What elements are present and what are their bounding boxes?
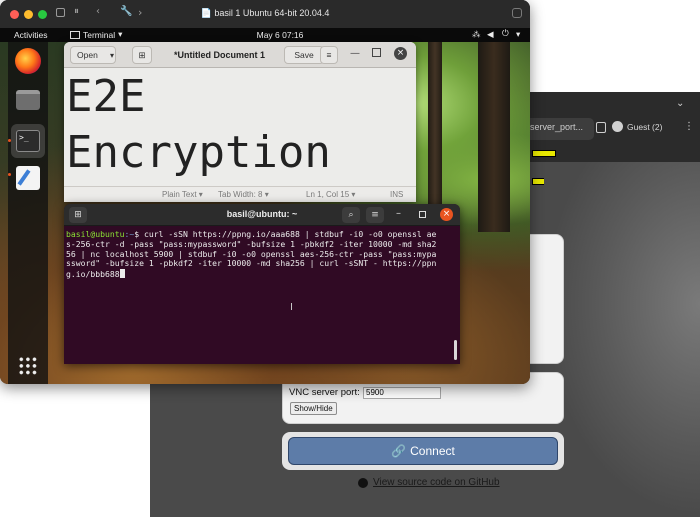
close-icon[interactable]: × — [440, 208, 453, 221]
more-menu-icon[interactable]: ⋮ — [684, 121, 694, 132]
command-line-2: s-256-ctr -d -pass "pass:mypassword" -bu… — [66, 238, 437, 249]
vm-title-text: basil 1 Ubuntu 64-bit 20.04.4 — [214, 8, 330, 18]
show-hide-button[interactable]: Show/Hide — [290, 402, 337, 415]
vnc-port-input[interactable]: 5900 — [363, 387, 441, 399]
connect-label: Connect — [410, 444, 455, 458]
link-icon: 🔗 — [391, 444, 407, 458]
document-icon: 📄 — [200, 8, 212, 18]
i-beam-cursor-icon: I — [290, 302, 293, 313]
command-line-4: ssword" -bufsize 1 -pbkdf2 -iter 10000 -… — [66, 258, 437, 269]
volume-icon[interactable]: ◀ — [487, 29, 494, 40]
ubuntu-topbar: Activities Terminal ▾ May 6 07:16 ⁂ ◀ ⏻ … — [0, 28, 530, 42]
tab-width-selector[interactable]: Tab Width: 8 ▾ — [218, 190, 269, 199]
language-selector[interactable]: Plain Text ▾ — [162, 190, 203, 199]
address-bar-text: server_port... — [530, 122, 584, 132]
connect-button[interactable]: 🔗 Connect — [288, 437, 558, 465]
show-applications-icon[interactable] — [18, 356, 38, 376]
open-label: Open — [77, 50, 98, 60]
fullscreen-icon[interactable] — [512, 8, 522, 18]
new-document-icon: ⊞ — [138, 49, 146, 60]
hamburger-icon: ≡ — [326, 50, 332, 60]
page-shade — [544, 162, 700, 517]
wallpaper-tree — [428, 42, 442, 222]
open-dropdown-icon[interactable]: ▾ — [110, 51, 114, 60]
power-icon[interactable]: ⏻ — [502, 28, 509, 39]
command-line-3: 56 | nc localhost 5900 | stdbuf -i0 -o0 … — [66, 248, 437, 259]
scrollbar[interactable] — [454, 340, 457, 360]
cursor-position[interactable]: Ln 1, Col 15 ▾ — [306, 190, 355, 199]
insert-mode: INS — [390, 190, 404, 199]
close-icon[interactable]: × — [394, 47, 407, 60]
github-icon — [358, 477, 368, 488]
text-editor-dock-icon[interactable] — [16, 166, 40, 190]
command-line-5: g.io/bbb688 — [66, 269, 120, 280]
wallpaper-tree — [478, 42, 510, 232]
command-line-1: curl -sSN https://ppng.io/aaa688 | stdbu… — [139, 229, 437, 239]
minimize-icon[interactable]: – — [396, 208, 401, 219]
gedit-statusbar: Plain Text ▾ Tab Width: 8 ▾ Ln 1, Col 15… — [64, 186, 416, 202]
save-button[interactable]: Save — [284, 46, 324, 64]
app-menu-label: Terminal — [83, 29, 116, 40]
maximize-icon[interactable] — [372, 48, 381, 57]
github-link-text: View source code on GitHub — [373, 477, 500, 488]
vnc-port-label: VNC server port: — [289, 387, 360, 398]
vm-title: 📄 basil 1 Ubuntu 64-bit 20.04.4 — [0, 8, 530, 19]
activities-button[interactable]: Activities — [14, 30, 48, 40]
editor-area[interactable]: E2E Encryption — [64, 68, 416, 186]
menu-button[interactable]: ≡ — [320, 46, 338, 64]
text-cursor — [119, 269, 125, 279]
avatar-icon — [612, 121, 623, 132]
maximize-icon[interactable] — [419, 211, 426, 218]
files-icon[interactable] — [16, 90, 40, 110]
search-button[interactable]: ⌕ — [342, 207, 360, 223]
terminal-dock-icon[interactable]: >_ — [16, 130, 40, 152]
sidebar-toggle-icon[interactable] — [596, 122, 606, 133]
profile-button[interactable]: Guest (2) — [612, 121, 662, 132]
editor-line-1: E2E — [66, 71, 146, 122]
menu-button[interactable]: ≡ — [366, 207, 384, 223]
github-source-link[interactable]: View source code on GitHub — [358, 477, 500, 488]
app-menu[interactable]: Terminal ▾ — [70, 29, 122, 40]
ubuntu-dock: >_ — [8, 42, 48, 384]
terminal-output[interactable]: basil@ubuntu:~$ curl -sSN https://ppng.i… — [64, 228, 460, 280]
document-title: *Untitled Document 1 — [174, 50, 266, 60]
new-tab-button[interactable]: ⊞ — [132, 46, 152, 64]
running-indicator — [8, 139, 11, 142]
network-icon[interactable]: ⁂ — [472, 29, 481, 40]
prompt-path: :~ — [124, 229, 135, 239]
running-indicator — [8, 173, 11, 176]
profile-label: Guest (2) — [627, 121, 663, 132]
terminal-window: ⊞ basil@ubuntu: ~ ⌕ ≡ – × basil@ubuntu:~… — [64, 204, 460, 364]
caret-down-icon: ▾ — [118, 29, 123, 39]
editor-line-2: Encryption — [66, 127, 331, 178]
firefox-icon[interactable] — [15, 48, 41, 74]
clock[interactable]: May 6 07:16 — [240, 30, 320, 40]
minimize-icon[interactable]: — — [350, 48, 360, 59]
hamburger-icon: ≡ — [371, 210, 379, 220]
connect-frame: 🔗 Connect — [282, 432, 564, 470]
search-icon: ⌕ — [348, 210, 354, 220]
prompt-user: basil@ubuntu — [66, 229, 125, 239]
gedit-window: Open ▾ ⊞ *Untitled Document 1 Save ≡ — ×… — [64, 42, 416, 202]
yellow-marker — [532, 150, 556, 157]
save-label: Save — [294, 50, 314, 60]
vm-window: ⏸ ‹ 🔧 › 📄 basil 1 Ubuntu 64-bit 20.04.4 … — [0, 0, 530, 384]
terminal-app-icon — [70, 30, 80, 39]
chevron-down-icon[interactable]: ⌄ — [676, 98, 684, 109]
pencil-icon — [17, 169, 31, 186]
system-menu-caret-icon[interactable]: ▾ — [516, 29, 520, 40]
